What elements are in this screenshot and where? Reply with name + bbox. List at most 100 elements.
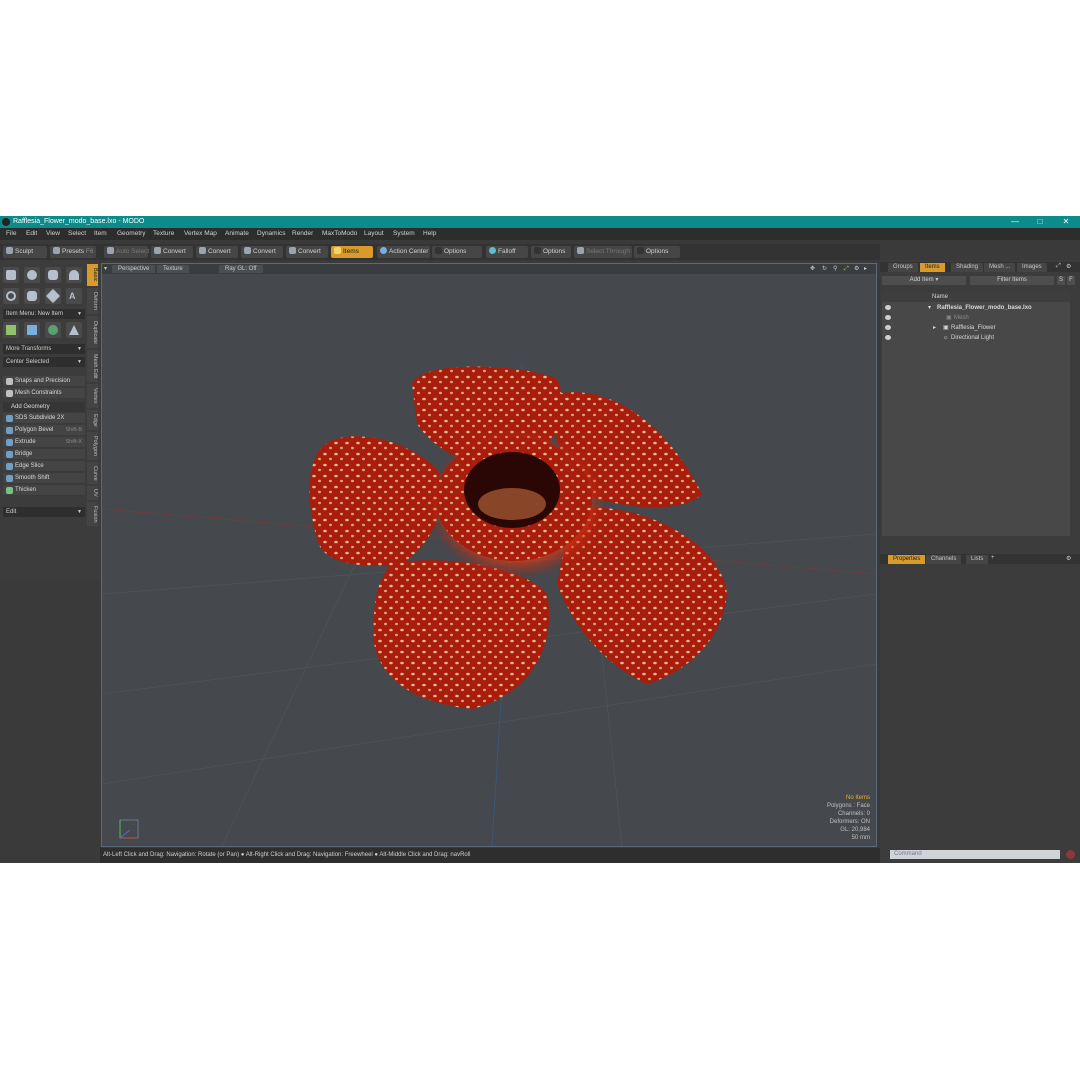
panel-expand-icon[interactable]: ⤢ <box>1056 263 1061 270</box>
tube-icon[interactable] <box>24 288 40 304</box>
tree-row-mesh[interactable]: ▣ Mesh <box>882 313 1070 323</box>
tab-curve[interactable]: Curve <box>87 462 98 484</box>
minimize-button[interactable]: — <box>1004 216 1026 228</box>
item-menu-dropdown[interactable]: Item Menu: New Item ▼ <box>3 309 85 319</box>
ray-gl-dropdown[interactable]: Ray GL: Off <box>219 265 263 273</box>
add-geometry-section[interactable]: Add Geometry <box>3 402 85 412</box>
command-input[interactable]: Command <box>890 850 1060 859</box>
viewport-expand-icon[interactable]: ▸ <box>864 265 867 273</box>
fit-view-icon[interactable]: ⤢ <box>844 265 849 273</box>
menu-maxtomodo[interactable]: MaxToModo <box>322 230 357 237</box>
menu-dynamics[interactable]: Dynamics <box>257 230 286 237</box>
menu-item[interactable]: Item <box>94 230 107 237</box>
sculpt-button[interactable]: Sculpt <box>3 246 47 258</box>
tool-polygon-bevel[interactable]: Polygon Bevel Shift-B <box>3 425 85 436</box>
action-center-options-button[interactable]: Options <box>432 246 482 258</box>
tab-vertex[interactable]: Vertex <box>87 384 98 408</box>
tool-edge-slice[interactable]: Edge Slice <box>3 461 85 472</box>
filter-f-button[interactable]: F <box>1067 276 1075 285</box>
tab-polygon[interactable]: Polygon <box>87 432 98 460</box>
tool-sds-subdivide[interactable]: SDS Subdivide 2X <box>3 413 85 424</box>
filter-items-button[interactable]: Filter Items <box>970 276 1054 285</box>
edit-dropdown[interactable]: Edit ▼ <box>3 507 85 517</box>
tab-mesh-edit[interactable]: Mesh Edit <box>87 350 98 382</box>
tool-extrude[interactable]: Extrude Shift-X <box>3 437 85 448</box>
tab-uv[interactable]: UV <box>87 486 98 500</box>
select-through-options-button[interactable]: Options <box>634 246 680 258</box>
falloff-button[interactable]: Falloff <box>486 246 528 258</box>
3d-viewport[interactable]: ▾ Perspective Texture Ray GL: Off ✥ ↻ ⚲ … <box>101 263 877 847</box>
tab-images[interactable]: Images <box>1017 263 1047 272</box>
cylinder-icon[interactable] <box>45 267 61 283</box>
select-through-button[interactable]: Select Through <box>574 246 632 258</box>
text-icon[interactable]: A <box>66 288 82 304</box>
visibility-eye-icon[interactable] <box>885 315 891 320</box>
menu-texture[interactable]: Texture <box>153 230 174 237</box>
filter-s-button[interactable]: S <box>1057 276 1065 285</box>
pan-icon[interactable]: ✥ <box>810 265 815 273</box>
menu-system[interactable]: System <box>393 230 415 237</box>
tab-properties[interactable]: Properties <box>888 555 926 564</box>
grid-icon[interactable] <box>24 322 40 338</box>
tab-deform[interactable]: Deform <box>87 288 98 314</box>
visibility-eye-icon[interactable] <box>885 335 891 340</box>
pyramid-icon[interactable] <box>66 322 82 338</box>
tool-bridge[interactable]: Bridge <box>3 449 85 460</box>
viewport-menu-icon[interactable]: ▾ <box>104 265 107 273</box>
record-icon[interactable] <box>1066 850 1075 859</box>
tab-fusion[interactable]: Fusion <box>87 502 98 526</box>
tab-basic[interactable]: Basic <box>87 264 98 286</box>
cone-icon[interactable] <box>66 267 82 283</box>
locator-icon[interactable] <box>3 322 19 338</box>
auto-select-button[interactable]: Auto Select <box>104 246 149 258</box>
tab-lists[interactable]: Lists <box>966 555 989 564</box>
tab-edge[interactable]: Edge <box>87 410 98 430</box>
visibility-eye-icon[interactable] <box>885 305 891 310</box>
menu-vertex-map[interactable]: Vertex Map <box>184 230 217 237</box>
center-selected-dropdown[interactable]: Center Selected ▼ <box>3 357 85 367</box>
sphere-icon[interactable] <box>24 267 40 283</box>
visibility-eye-icon[interactable] <box>885 325 891 330</box>
convert-edges-button[interactable]: Convert <box>196 246 238 258</box>
close-button[interactable]: ✕ <box>1055 216 1077 228</box>
rafflesia-flower-model[interactable] <box>309 366 728 710</box>
tab-channels[interactable]: Channels <box>926 555 962 564</box>
globe-icon[interactable] <box>45 322 61 338</box>
tool-smooth-shift[interactable]: Smooth Shift <box>3 473 85 484</box>
add-tab-icon[interactable]: + <box>991 555 995 561</box>
menu-view[interactable]: View <box>46 230 60 237</box>
torus-icon[interactable] <box>3 288 19 304</box>
panel-gear-icon[interactable]: ⚙ <box>1066 263 1071 270</box>
cube-icon[interactable] <box>3 267 19 283</box>
more-transforms-dropdown[interactable]: More Transforms ▼ <box>3 344 85 354</box>
convert-polygons-button[interactable]: Convert <box>241 246 283 258</box>
tab-shading[interactable]: Shading <box>951 263 984 272</box>
tool-thicken[interactable]: Thicken <box>3 485 85 496</box>
falloff-options-button[interactable]: Options <box>531 246 571 258</box>
tree-row-scene[interactable]: ▾ Rafflesia_Flower_modo_base.lxo <box>882 303 1070 313</box>
tree-row-rafflesia[interactable]: ▸ ▣ Rafflesia_Flower <box>882 323 1070 333</box>
tree-row-light[interactable]: ☼ Directional Light <box>882 333 1070 343</box>
menu-help[interactable]: Help <box>423 230 436 237</box>
expand-chevron-icon[interactable]: ▸ <box>933 323 936 333</box>
menu-select[interactable]: Select <box>68 230 86 237</box>
menu-geometry[interactable]: Geometry <box>117 230 146 237</box>
tab-groups[interactable]: Groups <box>888 263 918 272</box>
panel-gear-icon[interactable]: ⚙ <box>1066 555 1071 562</box>
pen-icon[interactable] <box>45 288 61 304</box>
presets-button[interactable]: Presets F6 <box>50 246 96 258</box>
perspective-dropdown[interactable]: Perspective <box>112 265 156 273</box>
menu-render[interactable]: Render <box>292 230 313 237</box>
zoom-icon[interactable]: ⚲ <box>833 265 837 273</box>
tab-mesh[interactable]: Mesh ... <box>984 263 1016 272</box>
convert-materials-button[interactable]: Convert <box>286 246 328 258</box>
items-mode-button[interactable]: Items <box>331 246 373 258</box>
viewport-gear-icon[interactable]: ⚙ <box>854 265 859 273</box>
texture-dropdown[interactable]: Texture <box>157 265 189 273</box>
snaps-precision-button[interactable]: Snaps and Precision <box>3 376 85 387</box>
mesh-constraints-button[interactable]: Mesh Constraints <box>3 388 85 399</box>
expand-chevron-icon[interactable]: ▾ <box>928 303 931 313</box>
menu-layout[interactable]: Layout <box>364 230 384 237</box>
tab-items[interactable]: Items <box>920 263 945 272</box>
menu-animate[interactable]: Animate <box>225 230 249 237</box>
